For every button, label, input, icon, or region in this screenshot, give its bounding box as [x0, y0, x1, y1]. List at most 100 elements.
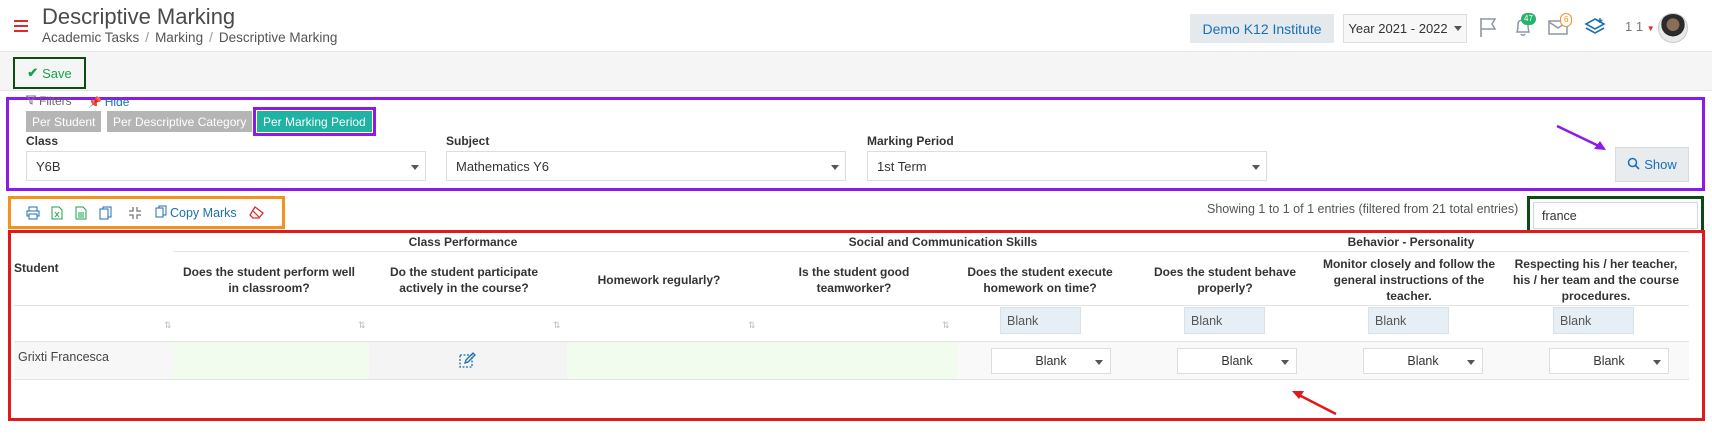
mark-select-value: Blank [1593, 354, 1625, 368]
user-number-label: 1 1 [1625, 19, 1644, 34]
sort-icon[interactable]: ⇅ [164, 320, 172, 331]
actions-bar: Copy Marks [8, 196, 285, 229]
mode-per-marking-period[interactable]: Per Marking Period [253, 107, 376, 136]
sort-icon[interactable]: ⇅ [942, 320, 950, 331]
chevron-down-icon [831, 165, 839, 170]
breadcrumb: Academic Tasks / Marking / Descriptive Marki… [42, 30, 338, 45]
header-divider [14, 305, 1689, 306]
chevron-down-icon [1095, 360, 1103, 365]
menu-icon[interactable] [14, 20, 28, 32]
show-button[interactable]: Show [1615, 147, 1689, 182]
user-number[interactable]: 1 1 ▼ [1625, 19, 1655, 34]
filters-label: Filters [25, 94, 72, 108]
sort-icon[interactable]: ⇅ [553, 320, 561, 331]
sort-icon[interactable]: ⇅ [358, 320, 366, 331]
mark-select-value: Blank [1221, 354, 1253, 368]
chevron-down-icon [411, 165, 419, 170]
chevron-down-icon [1467, 360, 1475, 365]
group-behavior-personality: Behavior - Personality [1347, 235, 1475, 249]
mark-select-value: Blank [1035, 354, 1067, 368]
hide-filters-link[interactable]: 📌 Hide [88, 95, 129, 109]
mark-select-value: Blank [1407, 354, 1439, 368]
filters-text: Filters [39, 94, 72, 108]
breadcrumb-item-descriptive-marking: Descriptive Marking [218, 30, 338, 45]
row-divider [14, 379, 1689, 380]
class-select-value: Y6B [36, 158, 61, 174]
search-input[interactable] [1533, 202, 1698, 229]
marking-period-select-value: 1st Term [877, 158, 927, 174]
column-header[interactable]: Respecting his / her teacher, his / her … [1506, 256, 1686, 304]
institute-button[interactable]: Demo K12 Institute [1190, 14, 1334, 43]
mode-per-descriptive-category[interactable]: Per Descriptive Category [107, 111, 253, 132]
notifications-badge: 47 [1521, 13, 1536, 25]
toolbar: ✔ Save [0, 51, 1712, 91]
student-header: Student [14, 261, 59, 275]
subject-select-value: Mathematics Y6 [456, 158, 549, 174]
column-header[interactable]: Does the student perform well in classro… [180, 256, 358, 304]
csv-icon[interactable] [69, 203, 93, 223]
edit-icon[interactable] [459, 352, 477, 375]
pin-icon: 📌 [88, 96, 102, 109]
mark-select[interactable]: Blank [1549, 348, 1669, 374]
save-label: Save [42, 65, 72, 81]
class-label: Class [26, 134, 59, 148]
showing-entries-text: Showing 1 to 1 of 1 entries (filtered fr… [1207, 202, 1519, 216]
student-name: Grixti Francesca [18, 350, 109, 364]
column-header[interactable]: Homework regularly? [570, 256, 748, 304]
copy-marks-label: Copy Marks [170, 205, 237, 220]
eraser-icon[interactable] [245, 203, 269, 223]
avatar[interactable] [1658, 13, 1688, 43]
copy-icon [155, 205, 167, 221]
column-filter-blank[interactable]: Blank [1368, 307, 1449, 334]
year-select-value: Year 2021 - 2022 [1348, 21, 1448, 36]
excel-icon[interactable] [45, 203, 69, 223]
mark-select[interactable]: Blank [1363, 348, 1483, 374]
caret-down-icon: ▼ [1646, 24, 1655, 33]
marking-period-label: Marking Period [867, 134, 954, 148]
chevron-down-icon [1252, 165, 1260, 170]
hide-filters-label: Hide [104, 95, 130, 109]
show-label: Show [1644, 157, 1677, 172]
print-icon[interactable] [21, 203, 45, 223]
mark-cell[interactable] [567, 342, 957, 379]
save-button[interactable]: ✔ Save [13, 57, 86, 89]
filter-icon [25, 94, 37, 108]
column-header[interactable]: Do the student participate actively in t… [375, 256, 553, 304]
layers-icon[interactable] [1584, 16, 1608, 38]
column-header[interactable]: Is the student good teamworker? [765, 256, 943, 304]
check-icon: ✔ [27, 65, 39, 80]
annotation-arrow [1556, 124, 1606, 150]
chevron-down-icon [1281, 360, 1289, 365]
mark-select[interactable]: Blank [1177, 348, 1297, 374]
chevron-down-icon [1653, 360, 1661, 365]
chevron-down-icon [1453, 26, 1462, 31]
breadcrumb-item-marking[interactable]: Marking [155, 30, 203, 45]
column-header[interactable]: Does the student execute homework on tim… [955, 256, 1125, 304]
header: Descriptive Marking Academic Tasks / Marki… [0, 0, 1712, 50]
copy-marks-button[interactable]: Copy Marks [151, 205, 241, 221]
group-class-performance: Class Performance [408, 235, 518, 249]
class-select[interactable]: Y6B [26, 151, 426, 181]
marking-period-select[interactable]: 1st Term [867, 151, 1267, 181]
compress-icon[interactable] [123, 203, 147, 223]
column-filter-blank[interactable]: Blank [1184, 307, 1265, 334]
group-social-communication: Social and Communication Skills [848, 235, 1038, 249]
column-filter-blank[interactable]: Blank [1553, 307, 1634, 334]
search-icon [1627, 157, 1640, 173]
annotation-arrow [1292, 391, 1337, 416]
header-divider [173, 251, 1689, 252]
column-header[interactable]: Monitor closely and follow the general i… [1322, 256, 1496, 304]
mode-per-student[interactable]: Per Student [26, 111, 102, 132]
mark-select[interactable]: Blank [991, 348, 1111, 374]
subject-label: Subject [446, 134, 490, 148]
subject-select[interactable]: Mathematics Y6 [446, 151, 846, 181]
page-title: Descriptive Marking [42, 4, 236, 29]
breadcrumb-item-academic-tasks[interactable]: Academic Tasks [42, 30, 139, 45]
copy-icon[interactable] [93, 203, 117, 223]
sort-icon[interactable]: ⇅ [748, 320, 756, 331]
flag-icon[interactable] [1477, 16, 1501, 38]
column-filter-blank[interactable]: Blank [1000, 307, 1081, 334]
mark-cell[interactable] [173, 342, 369, 379]
column-header[interactable]: Does the student behave properly? [1140, 256, 1310, 304]
year-select[interactable]: Year 2021 - 2022 [1343, 14, 1467, 43]
